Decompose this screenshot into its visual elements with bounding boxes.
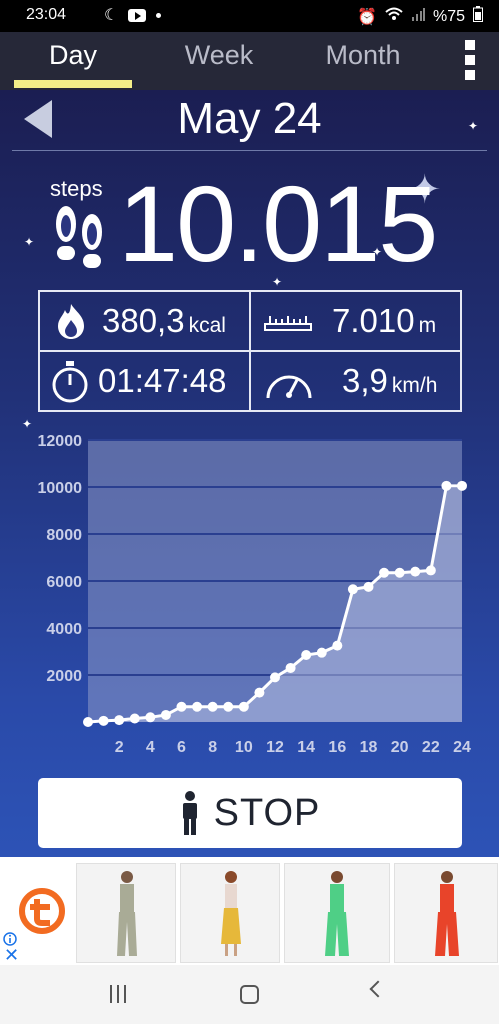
x-tick-label: 12 [266, 739, 284, 756]
ad-product-image[interactable] [180, 863, 280, 963]
data-point [347, 584, 358, 595]
speedometer-icon [266, 375, 312, 399]
stop-button[interactable]: STOP [38, 778, 462, 848]
tab-day[interactable]: Day [14, 40, 132, 80]
speed-value: 3,9 [342, 362, 388, 399]
advertiser-logo [19, 888, 65, 934]
data-point [425, 565, 436, 576]
home-icon[interactable] [240, 985, 259, 1004]
footprints-icon [56, 206, 102, 268]
duration-value: 01:47:48 [98, 362, 227, 399]
data-point [192, 701, 203, 712]
data-point [285, 662, 296, 673]
data-point [270, 672, 280, 683]
stats-grid: 380,3 kcal 7.010 m 01:47:48 3,9 km/h [38, 290, 462, 412]
distance-value: 7.010 [332, 302, 415, 339]
speed-stat: 3,9 km/h [342, 362, 437, 400]
ad-info-icon[interactable] [3, 932, 17, 946]
stopwatch-icon [52, 361, 88, 403]
data-point [379, 567, 390, 578]
data-point [129, 713, 140, 724]
x-tick-label: 24 [453, 739, 471, 756]
status-time: 23:04 [26, 6, 67, 23]
ad-banner[interactable] [0, 857, 499, 965]
data-point [316, 647, 327, 658]
data-point [301, 650, 312, 661]
data-point [160, 709, 171, 720]
data-point [207, 701, 218, 712]
battery-icon [473, 6, 483, 27]
overflow-menu-icon[interactable] [465, 40, 477, 80]
data-point [176, 701, 187, 712]
data-point [238, 701, 249, 712]
ad-close-icon[interactable]: ✕ [4, 945, 19, 966]
signal-icon [411, 7, 425, 26]
calories-stat: 380,3 kcal [102, 302, 226, 340]
tab-week[interactable]: Week [160, 40, 278, 80]
date-title: May 24 [177, 94, 322, 143]
x-tick-label: 14 [297, 739, 315, 756]
divider [12, 150, 487, 151]
y-tick-label: 10000 [38, 480, 83, 497]
alarm-icon: ⏰ [357, 8, 377, 26]
x-tick-label: 22 [422, 739, 440, 756]
x-tick-label: 6 [177, 739, 186, 756]
speed-unit: km/h [391, 374, 438, 397]
steps-by-hour-chart: 200040006000800010000120002 4 6 8 10 12 14 16 18… [38, 433, 472, 756]
data-point [410, 566, 421, 577]
ad-product-image[interactable] [394, 863, 498, 963]
battery-level: %75 [432, 7, 465, 25]
star-decoration: ✦ [22, 417, 33, 431]
stop-button-label: STOP [213, 791, 321, 834]
y-tick-label: 2000 [46, 668, 82, 685]
y-tick-label: 6000 [46, 574, 82, 591]
y-tick-label: 8000 [46, 527, 82, 544]
y-tick-label: 4000 [46, 621, 82, 638]
data-point [223, 701, 234, 712]
flame-icon [58, 304, 84, 339]
moon-icon: ☾ [104, 7, 119, 24]
calories-value: 380,3 [102, 302, 185, 339]
data-point [98, 715, 109, 726]
x-tick-label: 10 [235, 739, 253, 756]
status-bar: 23:04 ☾ ⏰ %75 [0, 0, 499, 32]
steps-count: 10.015 [118, 163, 438, 284]
tab-bar: Day Week Month [0, 32, 499, 90]
data-point [457, 480, 467, 491]
main-panel: ✦ ✦ ✦ ✦ ✦ ✦ May 24 steps 10.015 380,3 kca… [0, 90, 499, 857]
x-tick-label: 4 [146, 739, 155, 756]
data-point [145, 712, 156, 723]
data-point [114, 715, 125, 726]
calories-unit: kcal [188, 314, 226, 337]
youtube-icon [128, 8, 147, 22]
person-icon [182, 791, 197, 835]
active-tab-indicator [14, 80, 132, 88]
data-point [441, 480, 452, 491]
data-point [332, 640, 343, 651]
tab-month[interactable]: Month [304, 40, 422, 80]
ad-product-image[interactable] [284, 863, 390, 963]
data-point [83, 717, 93, 727]
data-point [394, 567, 405, 578]
steps-label: steps [50, 176, 103, 201]
notification-dot-icon [156, 12, 162, 18]
x-tick-label: 2 [115, 739, 124, 756]
data-point [363, 581, 374, 592]
y-tick-label: 12000 [38, 433, 83, 450]
x-tick-label: 8 [208, 739, 217, 756]
system-nav-bar [0, 965, 499, 1024]
x-tick-label: 16 [328, 739, 346, 756]
ad-product-image[interactable] [76, 863, 176, 963]
distance-stat: 7.010 m [332, 302, 436, 340]
data-point [254, 687, 265, 698]
x-tick-label: 18 [360, 739, 378, 756]
recents-icon[interactable] [110, 985, 126, 1003]
back-icon[interactable] [369, 980, 387, 998]
x-tick-label: 20 [391, 739, 409, 756]
wifi-icon [385, 7, 403, 26]
distance-unit: m [418, 314, 437, 337]
ruler-icon [264, 316, 312, 331]
duration-stat: 01:47:48 [98, 362, 226, 400]
star-decoration: ✦ [24, 235, 35, 249]
